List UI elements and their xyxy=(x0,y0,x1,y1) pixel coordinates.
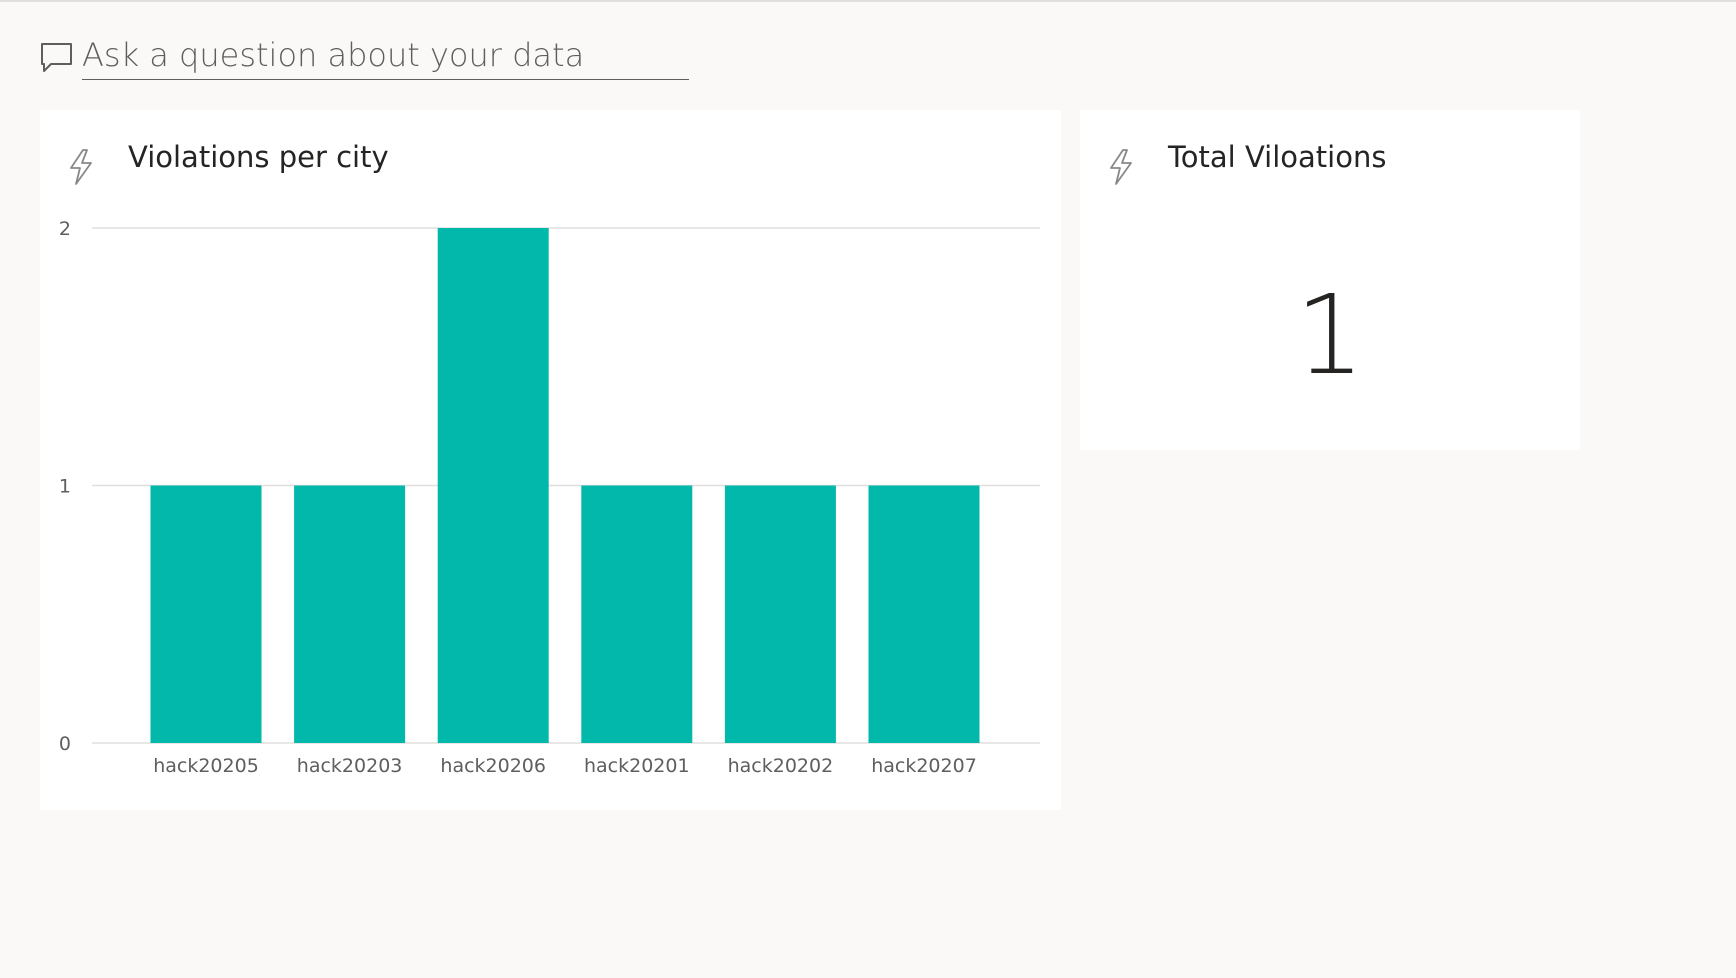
y-tick-label: 2 xyxy=(59,218,71,240)
card-title: Total Viloations xyxy=(1168,140,1387,174)
chart-tile[interactable]: Violations per city 0 1 2 hack20205 hack2020… xyxy=(40,110,1061,810)
qna-input[interactable] xyxy=(82,30,689,80)
chat-bubble-icon[interactable] xyxy=(40,42,74,74)
x-tick-label: hack20203 xyxy=(297,755,403,777)
card-tile[interactable]: Total Viloations 1 xyxy=(1080,110,1580,450)
bar-hack20202[interactable] xyxy=(724,485,836,744)
bar-chart: 0 1 2 hack20205 hack20203 hack20206 hack20201 h… xyxy=(59,218,1040,777)
bar-hack20201[interactable] xyxy=(581,485,693,744)
bar-hack20206[interactable] xyxy=(437,228,549,743)
x-tick-label: hack20207 xyxy=(871,755,977,777)
y-tick-label: 1 xyxy=(59,476,71,498)
top-border xyxy=(0,0,1736,2)
card-value: 1 xyxy=(1295,271,1365,399)
bar-hack20203[interactable] xyxy=(294,485,406,744)
bar-hack20205[interactable] xyxy=(150,485,262,744)
x-tick-label: hack20201 xyxy=(584,755,690,777)
y-tick-label: 0 xyxy=(59,733,71,755)
x-tick-label: hack20206 xyxy=(440,755,546,777)
x-tick-label: hack20202 xyxy=(728,755,834,777)
bar-hack20207[interactable] xyxy=(868,485,980,744)
lightning-bolt-icon xyxy=(1110,149,1132,185)
x-tick-label: hack20205 xyxy=(153,755,259,777)
